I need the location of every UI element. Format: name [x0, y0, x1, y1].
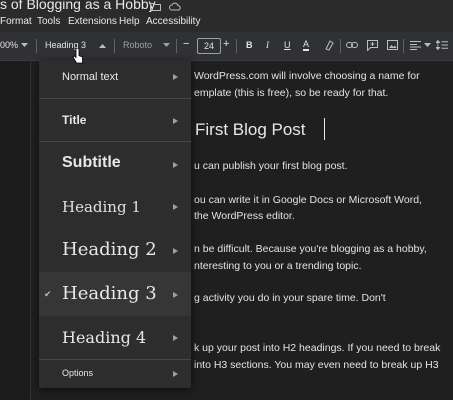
menu-extensions[interactable]: Extensions — [68, 16, 117, 27]
paragraph-style-menu: Normal text Title Subtitle Heading 1 Hea… — [39, 60, 191, 388]
underline-button[interactable]: U — [284, 40, 291, 50]
doc-text-line: the WordPress editor. — [194, 210, 295, 222]
toolbar-divider — [176, 39, 177, 53]
menu-item-label: Heading 4 — [62, 328, 147, 347]
zoom-select[interactable]: 00% — [0, 40, 18, 50]
doc-text-line: emplate (this is free), so be ready for … — [194, 87, 389, 99]
align-left-icon[interactable] — [409, 38, 421, 52]
doc-text-line: WordPress.com will involve choosing a na… — [194, 70, 420, 82]
doc-text-line: u can publish your first blog post. — [194, 160, 348, 172]
toolbar-divider — [340, 39, 341, 53]
menu-item-heading-1[interactable]: Heading 1 — [39, 186, 191, 228]
menu-accessibility[interactable]: Accessibility — [146, 16, 200, 27]
move-folder-icon[interactable] — [150, 2, 161, 14]
add-comment-icon[interactable] — [366, 38, 378, 52]
menu-item-label: Options — [62, 368, 94, 378]
toolbar-divider — [36, 39, 37, 53]
chevron-down-icon[interactable] — [18, 38, 30, 52]
chevron-down-icon[interactable] — [160, 38, 172, 52]
toolbar: 00% Heading 3 Roboto − 24 + B I U A — [0, 32, 453, 61]
title-bar: s of Blogging as a Hobby — [0, 0, 453, 14]
insert-image-icon[interactable] — [386, 38, 398, 52]
left-gutter — [0, 61, 30, 400]
text-color-button[interactable]: A — [303, 40, 310, 51]
menu-item-label: Heading 3 — [62, 283, 157, 304]
link-icon[interactable] — [346, 38, 358, 52]
line-spacing-icon[interactable] — [436, 38, 448, 52]
bold-button[interactable]: B — [246, 40, 253, 50]
menu-item-label: Title — [62, 113, 87, 127]
doc-text-line: g activity you do in your spare time. Do… — [194, 292, 386, 304]
italic-button[interactable]: I — [266, 40, 269, 50]
chevron-right-icon — [173, 162, 178, 168]
menu-item-subtitle[interactable]: Subtitle — [39, 142, 191, 186]
menu-item-title[interactable]: Title — [39, 99, 191, 141]
highlight-icon[interactable] — [323, 38, 335, 52]
chevron-right-icon — [173, 74, 178, 80]
toolbar-divider — [114, 39, 115, 53]
checkmark-icon: ✔ — [44, 289, 52, 299]
document-title[interactable]: s of Blogging as a Hobby — [0, 0, 156, 12]
menu-help[interactable]: Help — [119, 16, 140, 27]
chevron-right-icon — [173, 118, 178, 124]
menu-item-label: Heading 1 — [62, 198, 141, 216]
menu-item-options[interactable]: Options — [39, 360, 191, 388]
doc-text-line: k up your post into H2 headings. If you … — [194, 342, 441, 354]
chevron-right-icon — [173, 248, 178, 254]
menu-item-label: Normal text — [62, 71, 119, 83]
doc-text-line: n be difficult. Because you're blogging … — [194, 243, 427, 255]
menu-format[interactable]: Format — [0, 16, 32, 27]
toolbar-divider — [403, 39, 404, 53]
chevron-right-icon — [173, 204, 178, 210]
doc-text-line: nteresting to you or a trending topic. — [194, 260, 362, 272]
doc-text-line: ou can write it in Google Docs or Micros… — [194, 194, 422, 206]
chevron-up-icon[interactable] — [96, 38, 108, 52]
menu-item-heading-3[interactable]: ✔ Heading 3 — [39, 272, 191, 316]
menu-bar: Format Tools Extensions Help Accessibili… — [0, 14, 453, 32]
cloud-status-icon[interactable] — [169, 2, 181, 14]
text-cursor — [324, 118, 325, 140]
chevron-right-icon — [173, 371, 178, 377]
menu-tools[interactable]: Tools — [37, 16, 60, 27]
font-select[interactable]: Roboto — [123, 40, 152, 50]
font-size-input[interactable]: 24 — [197, 38, 221, 54]
decrease-font-size-button[interactable]: − — [183, 38, 189, 50]
doc-text-line: into H3 sections. You may even need to b… — [194, 359, 439, 371]
hand-pointer-icon — [72, 48, 83, 64]
chevron-right-icon — [173, 292, 178, 298]
chevron-right-icon — [173, 335, 178, 341]
menu-item-label: Subtitle — [62, 154, 121, 171]
increase-font-size-button[interactable]: + — [223, 38, 229, 50]
menu-item-heading-2[interactable]: Heading 2 — [39, 228, 191, 272]
chevron-down-icon[interactable] — [421, 38, 433, 52]
menu-item-label: Heading 2 — [62, 239, 157, 260]
toolbar-divider — [236, 39, 237, 53]
menu-item-normal-text[interactable]: Normal text — [39, 60, 191, 98]
menu-item-heading-4[interactable]: Heading 4 — [39, 316, 191, 359]
doc-heading: First Blog Post — [195, 120, 306, 139]
